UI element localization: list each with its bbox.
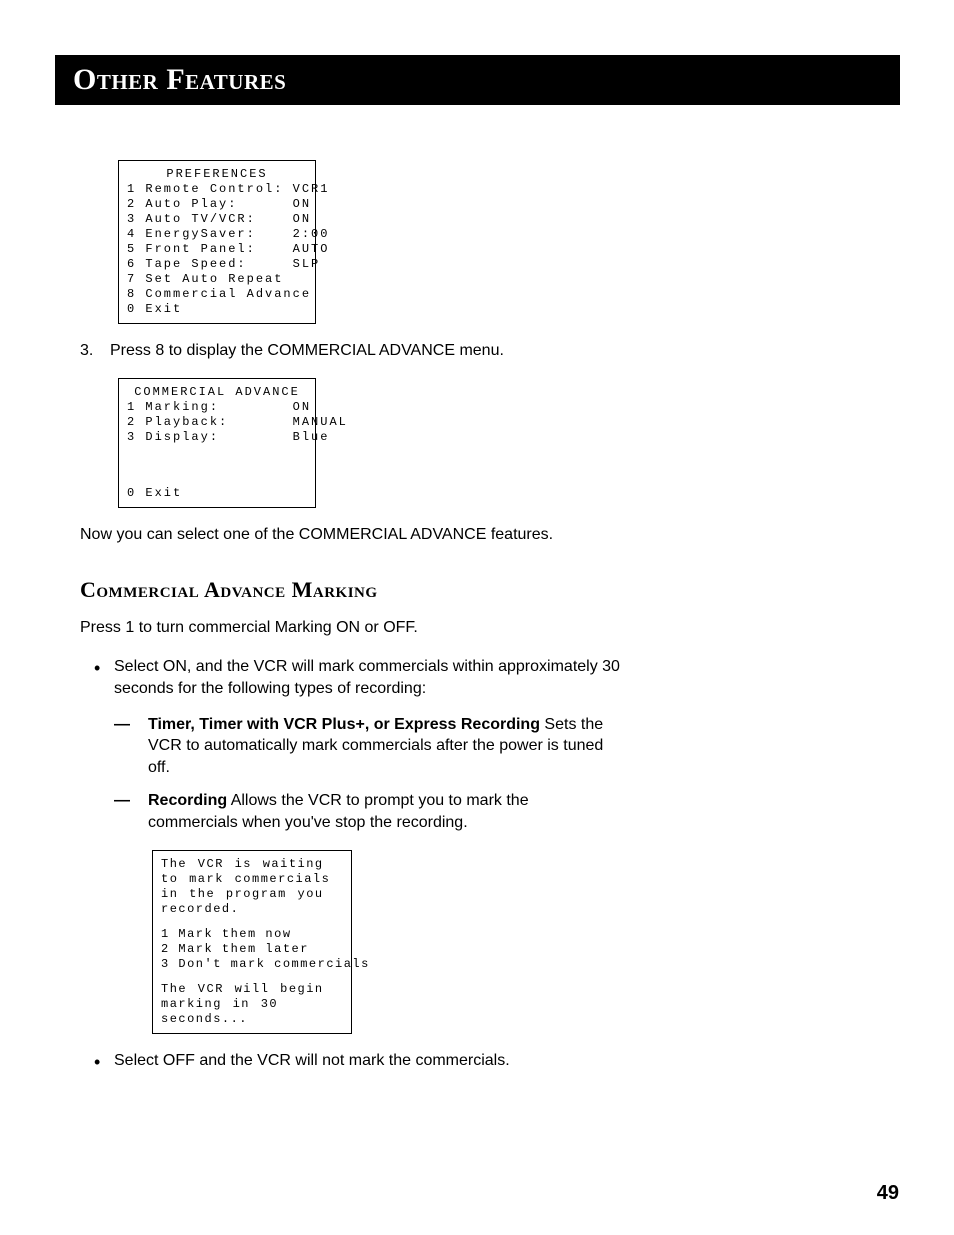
menu-row-exit: 0 Exit <box>127 486 182 501</box>
menu-row: 0 Exit <box>127 302 307 317</box>
dash-list: — Timer, Timer with VCR Plus+, or Expres… <box>114 714 620 834</box>
menu-row: 3 Display: Blue <box>127 430 307 445</box>
marking-prompt-menu: The VCR is waiting to mark commercials i… <box>152 850 352 1034</box>
commercial-advance-menu: COMMERCIAL ADVANCE 1 Marking: ON 2 Playb… <box>118 378 316 508</box>
menu-title: COMMERCIAL ADVANCE <box>127 385 307 400</box>
menu-row: 1 Marking: ON <box>127 400 307 415</box>
step-3: 3. Press 8 to display the COMMERCIAL ADV… <box>80 340 620 362</box>
after-menu-text: Now you can select one of the COMMERCIAL… <box>80 524 620 546</box>
menu-title: PREFERENCES <box>127 167 307 182</box>
menu-row: 4 EnergySaver: 2:00 <box>127 227 307 242</box>
menu-row: 2 Mark them later <box>161 942 343 957</box>
page-number: 49 <box>877 1182 899 1205</box>
menu-row: 2 Auto Play: ON <box>127 197 307 212</box>
menu-row: 1 Mark them now <box>161 927 343 942</box>
dash-bold: Timer, Timer with VCR Plus+, or Express … <box>148 716 540 733</box>
menu-row: 7 Set Auto Repeat <box>127 272 307 287</box>
section-heading: Commercial Advance Marking <box>80 575 620 605</box>
menu-row: 1 Remote Control: VCR1 <box>127 182 307 197</box>
bullet-text: Select ON, and the VCR will mark commerc… <box>114 658 620 697</box>
menu-row: 8 Commercial Advance <box>127 287 307 302</box>
menu-row: 2 Playback: MANUAL <box>127 415 307 430</box>
dash-icon: — <box>114 790 130 812</box>
list-item: — Recording Allows the VCR to prompt you… <box>114 790 620 833</box>
menu-row: 6 Tape Speed: SLP <box>127 257 307 272</box>
step-text: Press 8 to display the COMMERCIAL ADVANC… <box>110 340 504 362</box>
menu-row: 3 Auto TV/VCR: ON <box>127 212 307 227</box>
dash-bold: Recording <box>148 792 227 809</box>
menu-row: 5 Front Panel: AUTO <box>127 242 307 257</box>
prompt-footer: The VCR will begin marking in 30 seconds… <box>161 982 343 1027</box>
menu-row: 3 Don't mark commercials <box>161 957 343 972</box>
dash-icon: — <box>114 714 130 736</box>
list-item: — Timer, Timer with VCR Plus+, or Expres… <box>114 714 620 779</box>
bullet-text: Select OFF and the VCR will not mark the… <box>114 1052 510 1069</box>
header-title: Other Features <box>73 63 286 96</box>
section-intro: Press 1 to turn commercial Marking ON or… <box>80 617 620 639</box>
list-item: Select ON, and the VCR will mark commerc… <box>80 656 620 1033</box>
prompt-text: The VCR is waiting to mark commercials i… <box>161 857 343 917</box>
page-content: PREFERENCES 1 Remote Control: VCR1 2 Aut… <box>80 160 620 1085</box>
page-header: Other Features <box>55 55 900 105</box>
step-number: 3. <box>80 340 98 362</box>
bullet-list: Select ON, and the VCR will mark commerc… <box>80 656 620 1071</box>
list-item: Select OFF and the VCR will not mark the… <box>80 1050 620 1072</box>
preferences-menu: PREFERENCES 1 Remote Control: VCR1 2 Aut… <box>118 160 316 324</box>
